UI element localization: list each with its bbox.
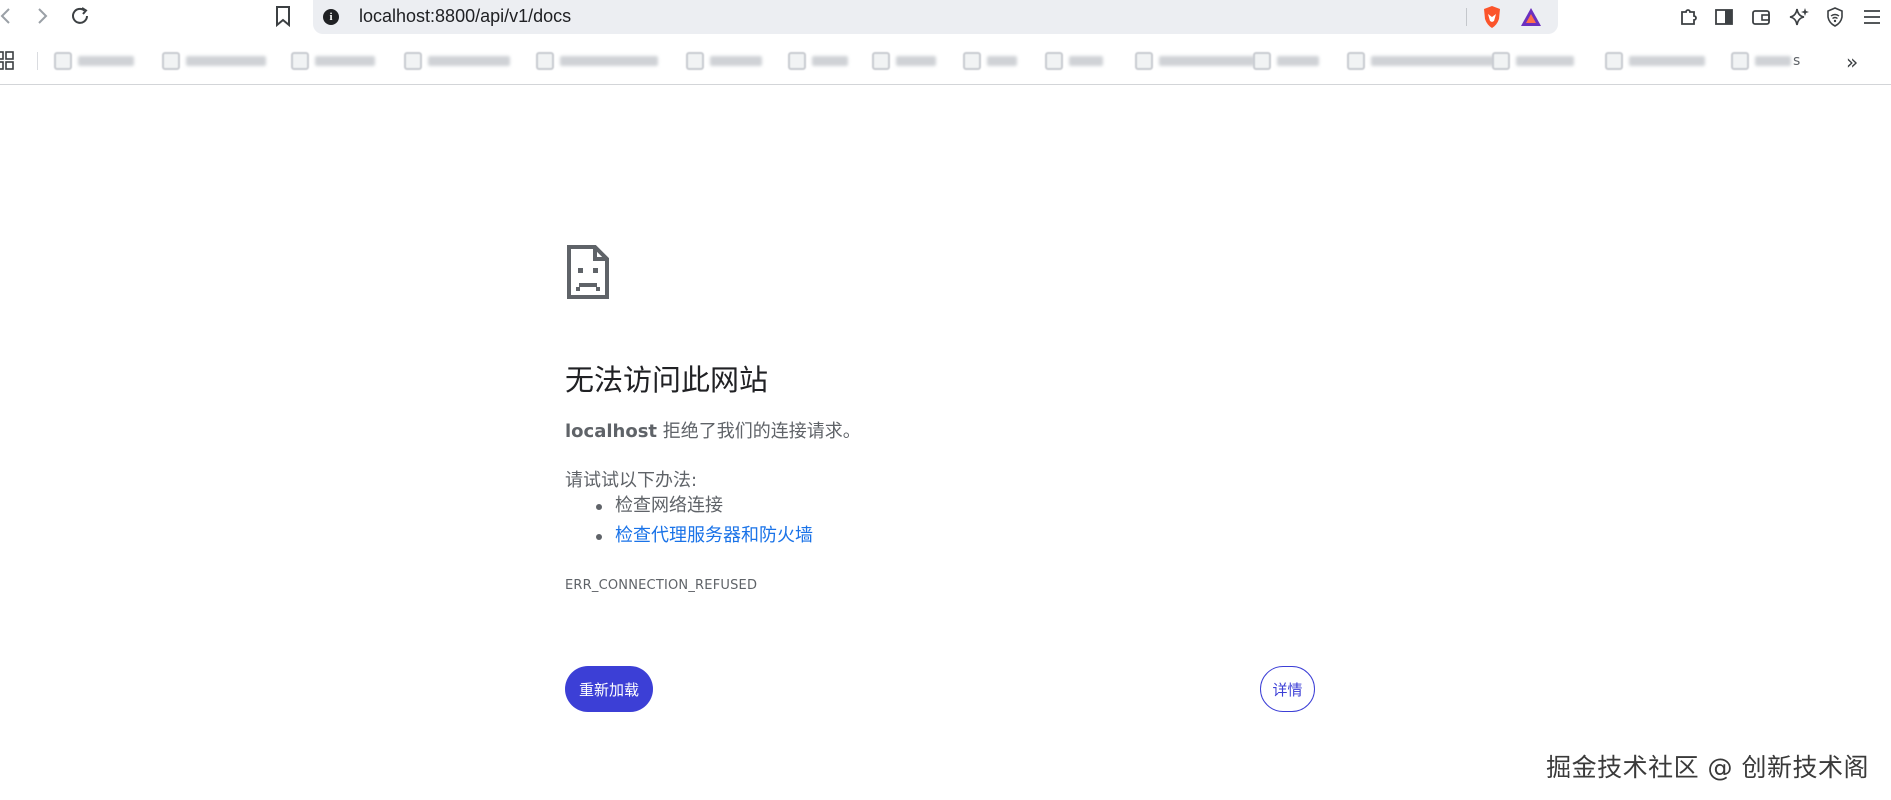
back-arrow-icon[interactable] (0, 4, 18, 28)
bookmark-label (1069, 56, 1103, 66)
bookmark-favicon (1605, 52, 1623, 70)
bookmark-favicon (162, 52, 180, 70)
bookmark-item[interactable]: s (1731, 50, 1800, 72)
bookmark-label (1516, 56, 1574, 66)
forward-arrow-icon[interactable] (30, 4, 54, 28)
puzzle-icon[interactable] (1676, 5, 1700, 29)
error-description-text: 拒绝了我们的连接请求。 (657, 421, 861, 442)
bookmarks-more-button[interactable]: » (1846, 50, 1858, 74)
bookmark-item[interactable] (1253, 50, 1319, 72)
sparkle-icon[interactable] (1787, 5, 1811, 29)
bookmark-label (896, 56, 936, 66)
watermark-text: 掘金技术社区 @ 创新技术阁 (1546, 753, 1869, 782)
suggestion-check-network: 检查网络连接 (565, 494, 813, 524)
address-bar-url[interactable]: localhost:8800/api/v1/docs (359, 6, 571, 27)
bookmark-item[interactable] (686, 50, 762, 72)
bookmark-item[interactable] (1045, 50, 1103, 72)
suggestions-heading: 请试试以下办法: (565, 470, 698, 491)
address-bar-divider (1466, 8, 1467, 26)
hamburger-menu-icon[interactable] (1860, 5, 1884, 29)
bookmark-item[interactable] (788, 50, 848, 72)
wallet-icon[interactable] (1749, 5, 1773, 29)
bookmark-item[interactable] (1492, 50, 1574, 72)
bookmark-icon[interactable] (271, 4, 295, 28)
bookmark-label (1277, 56, 1319, 66)
bookmark-favicon (54, 52, 72, 70)
bookmark-favicon (1253, 52, 1271, 70)
bookmark-favicon (1492, 52, 1510, 70)
brave-shield-icon[interactable] (1481, 5, 1503, 33)
bookmark-label (1629, 56, 1705, 66)
bookmark-label-suffix: s (1793, 53, 1801, 69)
bookmark-favicon (536, 52, 554, 70)
bookmark-label (987, 56, 1017, 66)
bookmark-item[interactable] (1605, 50, 1705, 72)
bookmark-label (78, 56, 134, 66)
bookmark-label (1371, 56, 1495, 66)
bookmark-label (1755, 56, 1791, 66)
bookmarks-divider (37, 52, 38, 70)
bookmark-favicon (1135, 52, 1153, 70)
bookmark-item[interactable] (963, 50, 1017, 72)
suggestions-list: 检查网络连接 检查代理服务器和防火墙 (565, 494, 813, 554)
sidebar-icon[interactable] (1712, 5, 1736, 29)
bookmark-favicon (1045, 52, 1063, 70)
bookmark-item[interactable] (162, 50, 266, 72)
address-bar[interactable]: i localhost:8800/api/v1/docs (313, 0, 1558, 34)
error-description: localhost 拒绝了我们的连接请求。 (565, 417, 861, 443)
error-title: 无法访问此网站 (565, 363, 769, 397)
error-code: ERR_CONNECTION_REFUSED (565, 578, 758, 593)
error-host: localhost (565, 421, 658, 442)
bookmark-favicon (291, 52, 309, 70)
bookmark-favicon (686, 52, 704, 70)
toolbar-bottom-border (0, 84, 1891, 85)
bookmark-favicon (404, 52, 422, 70)
bookmark-item[interactable] (291, 50, 375, 72)
reload-button[interactable]: 重新加载 (565, 666, 653, 712)
bookmark-item[interactable] (1135, 50, 1255, 72)
bookmark-favicon (1731, 52, 1749, 70)
bookmark-label (428, 56, 510, 66)
bookmarks-bar: s » (0, 44, 1891, 78)
reload-icon[interactable] (68, 4, 92, 28)
bookmark-item[interactable] (872, 50, 936, 72)
apps-grid-icon[interactable] (0, 50, 18, 76)
suggestion-check-proxy-link[interactable]: 检查代理服务器和防火墙 (565, 524, 813, 554)
bookmark-label (560, 56, 658, 66)
bookmark-label (1159, 56, 1255, 66)
bookmark-label (710, 56, 762, 66)
brave-rewards-icon[interactable] (1519, 6, 1543, 32)
bookmark-favicon (963, 52, 981, 70)
bookmark-label (186, 56, 266, 66)
bookmark-label (812, 56, 848, 66)
bookmark-favicon (872, 52, 890, 70)
details-button[interactable]: 详情 (1260, 666, 1315, 712)
bookmark-label (315, 56, 375, 66)
bookmark-favicon (788, 52, 806, 70)
info-icon[interactable]: i (323, 9, 339, 25)
bookmark-item[interactable] (536, 50, 658, 72)
bookmark-item[interactable] (404, 50, 510, 72)
bookmark-favicon (1347, 52, 1365, 70)
vpn-shield-icon[interactable] (1823, 5, 1847, 29)
bookmark-item[interactable] (1347, 50, 1495, 72)
bookmark-item[interactable] (54, 50, 134, 72)
sad-document-icon (565, 245, 611, 299)
browser-toolbar: i localhost:8800/api/v1/docs (0, 0, 1891, 36)
